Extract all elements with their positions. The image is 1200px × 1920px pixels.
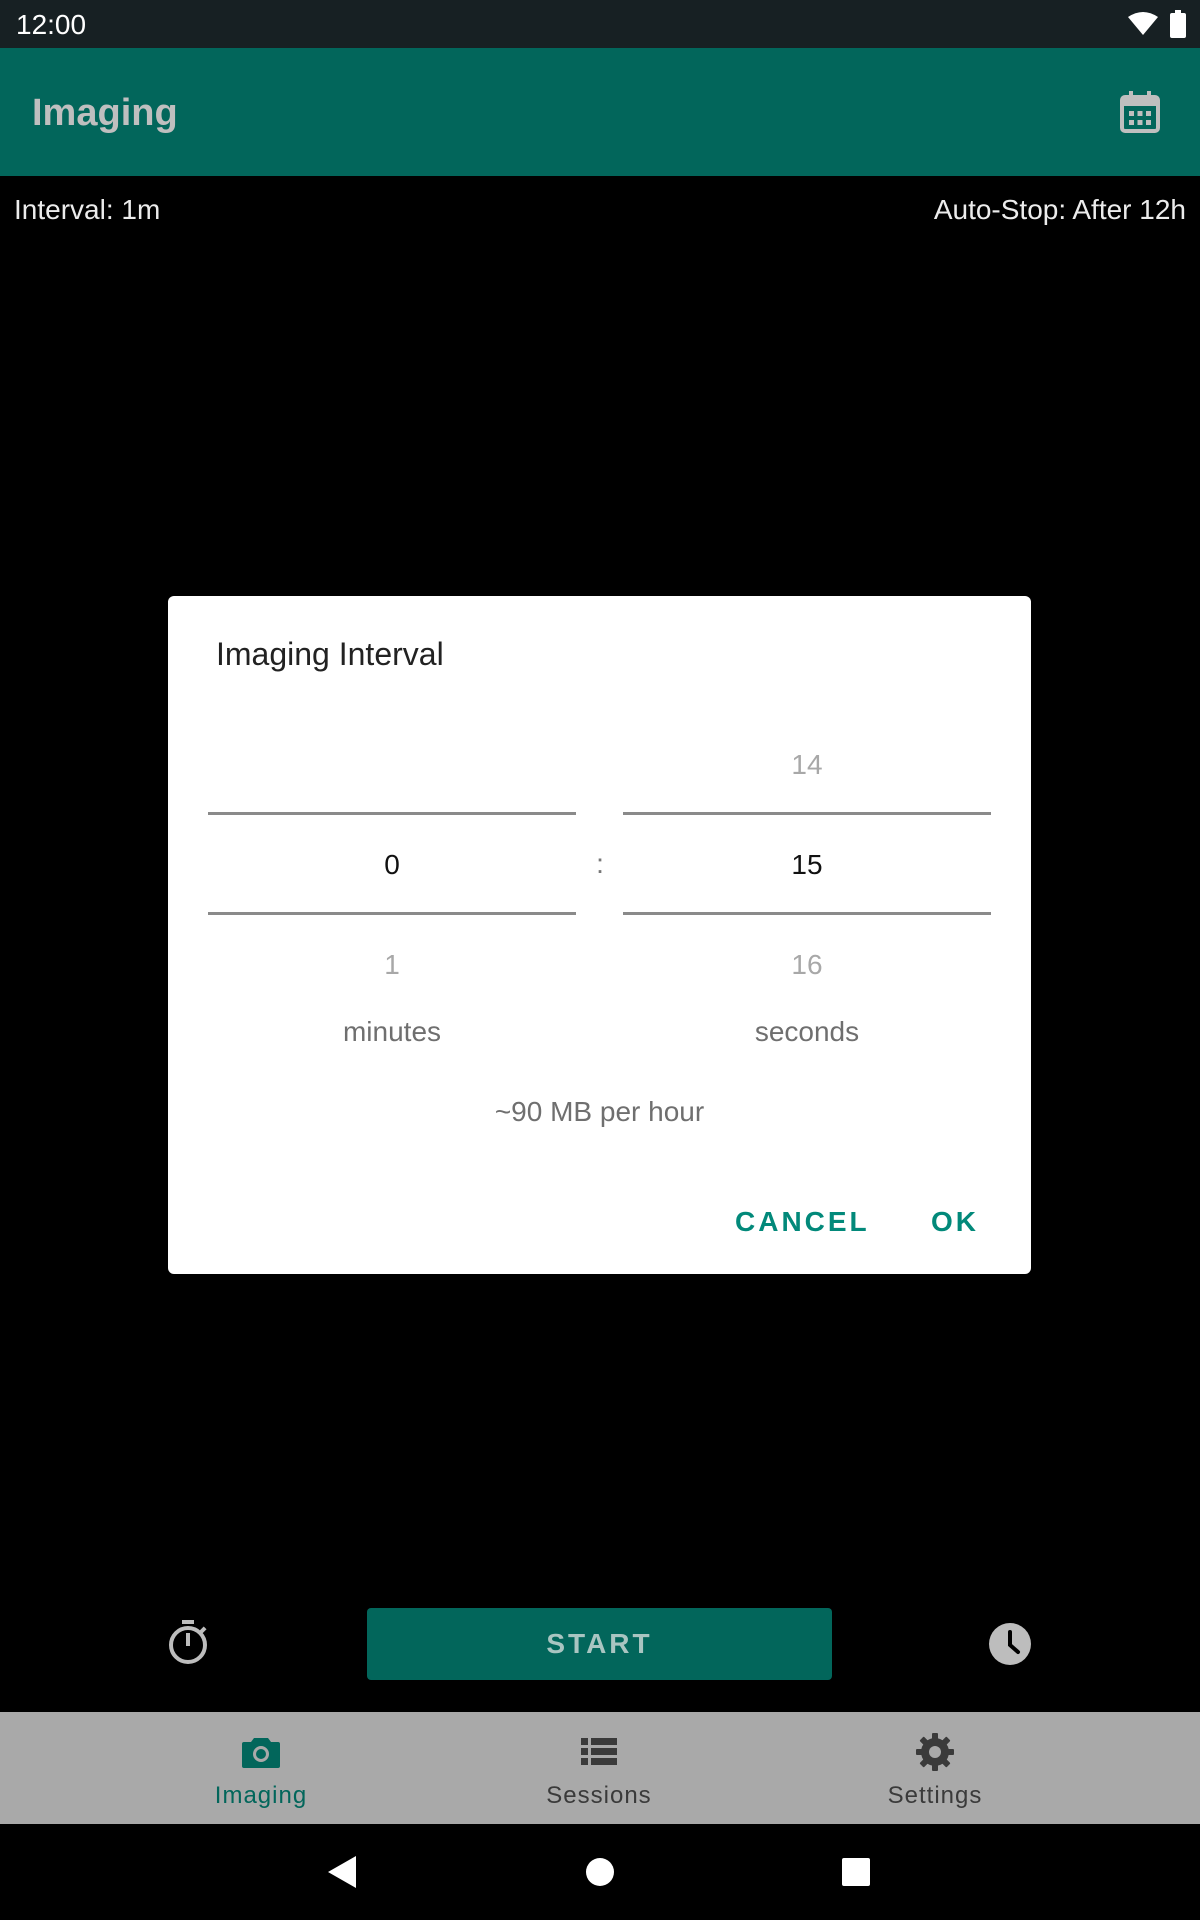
bottom-navigation: Imaging Sessions Settings: [0, 1712, 1200, 1824]
nav-item-sessions[interactable]: Sessions: [499, 1712, 699, 1824]
picker-divider: [623, 812, 991, 815]
nav-label-sessions: Sessions: [546, 1782, 652, 1809]
status-bar: 12:00: [0, 0, 1200, 48]
size-estimate: ~90 MB per hour: [494, 1096, 705, 1127]
ok-button[interactable]: OK: [931, 1206, 979, 1238]
list-icon: [581, 1738, 617, 1765]
time-separator: :: [596, 848, 604, 879]
imaging-interval-dialog: Imaging Interval 0 1 minutes : 14 15 16 …: [168, 596, 1031, 1274]
calendar-icon[interactable]: [1116, 88, 1164, 136]
picker-divider: [208, 812, 576, 815]
interval-text[interactable]: Interval: 1m: [14, 194, 160, 226]
seconds-current-value[interactable]: 15: [623, 849, 991, 881]
timer-icon[interactable]: [166, 1618, 210, 1666]
minutes-current-value[interactable]: 0: [208, 849, 576, 881]
camera-icon: [242, 1738, 280, 1768]
cancel-button[interactable]: CANCEL: [735, 1206, 870, 1238]
nav-label-settings: Settings: [887, 1782, 983, 1809]
seconds-next-value[interactable]: 16: [623, 949, 991, 981]
minutes-next-value[interactable]: 1: [208, 949, 576, 981]
back-icon[interactable]: [320, 1850, 364, 1894]
status-icons: [1128, 10, 1186, 38]
app-bar: Imaging: [0, 48, 1200, 176]
wifi-icon: [1128, 12, 1158, 35]
status-time: 12:00: [16, 9, 87, 40]
minutes-label: minutes: [342, 1016, 442, 1047]
seconds-prev-value[interactable]: 14: [623, 749, 991, 781]
recents-icon[interactable]: [834, 1850, 878, 1894]
seconds-label: seconds: [754, 1016, 860, 1047]
picker-divider: [623, 912, 991, 915]
battery-icon: [1170, 10, 1186, 38]
nav-item-imaging[interactable]: Imaging: [161, 1712, 361, 1824]
start-button[interactable]: START: [367, 1608, 832, 1680]
picker-divider: [208, 912, 576, 915]
dialog-title: Imaging Interval: [216, 636, 444, 672]
home-icon[interactable]: [578, 1850, 622, 1894]
system-navigation-bar: [0, 1824, 1200, 1920]
clock-icon[interactable]: [988, 1622, 1032, 1666]
screen: 12:00 Imaging Interval: 1m Auto-Stop: Af…: [0, 0, 1200, 1920]
nav-item-settings[interactable]: Settings: [835, 1712, 1035, 1824]
app-title: Imaging: [32, 92, 178, 134]
gear-icon: [916, 1733, 954, 1771]
nav-label-imaging: Imaging: [214, 1782, 308, 1809]
auto-stop-text[interactable]: Auto-Stop: After 12h: [934, 194, 1186, 226]
